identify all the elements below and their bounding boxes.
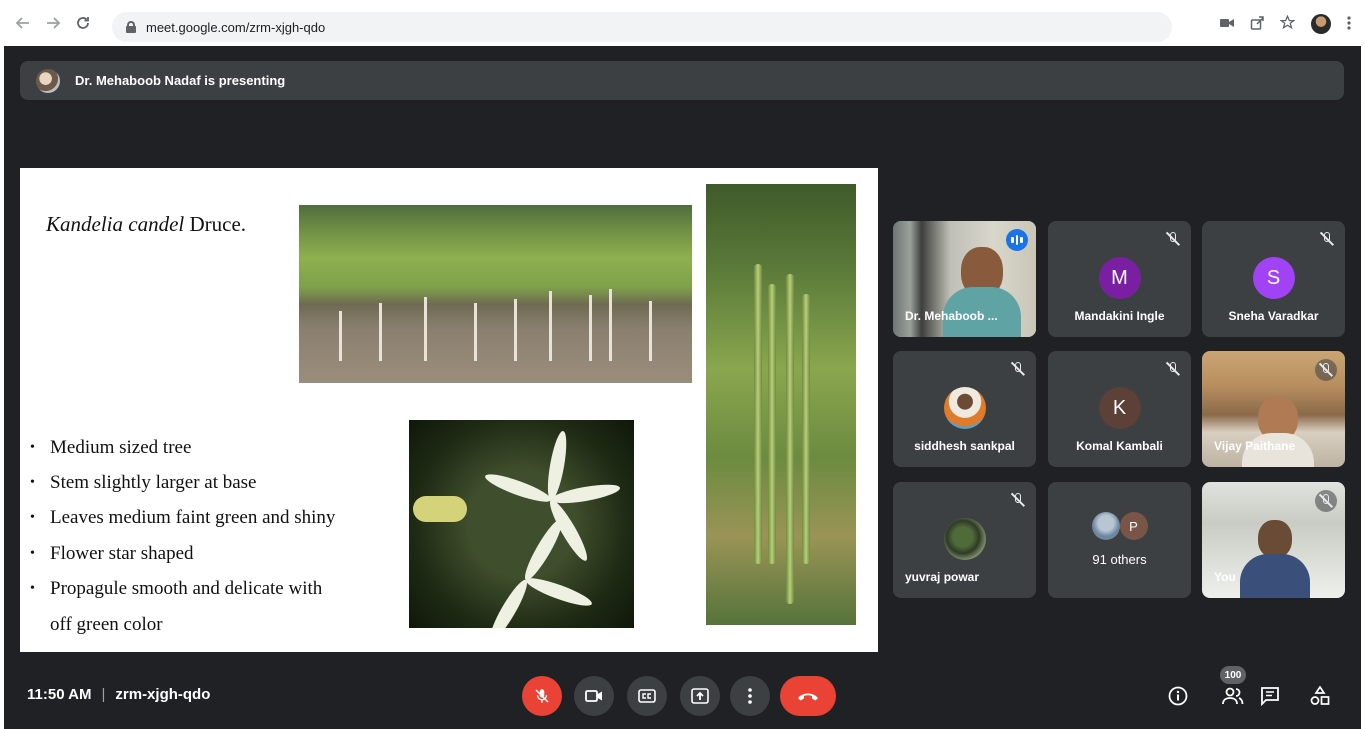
people-button[interactable]	[1219, 682, 1247, 710]
bullet-item: • Stem slightly larger at base	[30, 472, 257, 494]
others-avatars: P	[1048, 512, 1191, 540]
chat-button[interactable]	[1256, 682, 1284, 710]
participant-avatar: S	[1252, 257, 1295, 299]
slide-title-author: Druce.	[184, 212, 247, 236]
participant-avatar	[943, 387, 986, 429]
slide-bullet-list: • Medium sized tree • Stem slightly larger…	[30, 430, 335, 642]
url-text: meet.google.com/zrm-xjgh-qdo	[146, 19, 326, 35]
more-vert-icon	[748, 688, 752, 704]
participant-tile[interactable]: yuvraj powar	[893, 482, 1036, 598]
mic-toggle-button[interactable]	[522, 676, 562, 716]
mic-off-icon	[1319, 231, 1335, 247]
leave-call-button[interactable]	[780, 676, 836, 716]
participants-overflow-tile[interactable]: P 91 others	[1048, 482, 1191, 598]
participant-name: Sneha Varadkar	[1228, 309, 1319, 323]
participant-name: Dr. Mehaboob ...	[905, 309, 998, 323]
participant-name: siddhesh sankpal	[914, 439, 1015, 453]
presenter-avatar	[36, 68, 60, 93]
participant-tile[interactable]: S Sneha Varadkar	[1202, 221, 1345, 337]
more-options-button[interactable]	[730, 676, 770, 716]
bookmark-star-icon[interactable]	[1279, 14, 1296, 33]
participant-avatar: K	[1098, 387, 1141, 429]
participant-tile[interactable]: M Mandakini Ingle	[1048, 221, 1191, 337]
activities-shapes-icon	[1310, 686, 1330, 705]
profile-avatar[interactable]	[1311, 14, 1331, 34]
people-icon	[1222, 687, 1244, 705]
presentation-slide[interactable]: Kandelia candel Druce. • Medium sized tr…	[20, 168, 878, 652]
bullet-continuation: off green color	[50, 613, 163, 635]
slide-title-species: Kandelia candel	[46, 212, 185, 236]
bullet-item: • Propagule smooth and delicate with	[30, 578, 323, 600]
presenting-banner: Dr. Mehaboob Nadaf is presenting	[20, 61, 1344, 100]
participant-name: You	[1214, 570, 1236, 584]
mangrove-photo	[299, 205, 692, 383]
bullet-item: • Flower star shaped	[30, 542, 194, 564]
present-now-button[interactable]	[680, 676, 720, 716]
captions-button[interactable]	[627, 676, 667, 716]
participant-tile-self[interactable]: You	[1202, 482, 1345, 598]
mic-off-icon	[1010, 492, 1026, 508]
lock-icon[interactable]	[126, 21, 136, 33]
presenting-text: Dr. Mehaboob Nadaf is presenting	[75, 73, 286, 88]
address-bar[interactable]: meet.google.com/zrm-xjgh-qdo	[112, 12, 1172, 42]
flower-photo	[409, 420, 634, 628]
hang-up-icon	[798, 693, 818, 701]
browser-actions	[1220, 14, 1351, 34]
meeting-details: 11:50 AM | zrm-xjgh-qdo	[27, 686, 210, 703]
back-arrow-icon[interactable]	[12, 12, 34, 34]
participant-tile[interactable]: siddhesh sankpal	[893, 351, 1036, 467]
participant-name: Vijay Paithane	[1214, 439, 1296, 453]
speaking-indicator-icon	[1006, 229, 1028, 251]
bullet-item: • Medium sized tree	[30, 436, 192, 458]
closed-captions-icon	[638, 689, 656, 703]
camera-toggle-button[interactable]	[574, 676, 614, 716]
chat-icon	[1261, 687, 1279, 706]
participant-avatar: P	[1119, 512, 1148, 540]
reload-icon[interactable]	[72, 12, 94, 34]
present-screen-icon	[691, 688, 709, 704]
mic-off-icon	[1315, 359, 1337, 381]
mic-off-icon	[1165, 231, 1181, 247]
participant-avatar	[943, 518, 986, 560]
forward-arrow-icon[interactable]	[42, 12, 64, 34]
participant-name: Mandakini Ingle	[1074, 309, 1165, 323]
video-camera-icon	[585, 690, 602, 702]
more-vert-icon[interactable]	[1347, 15, 1351, 33]
meeting-info-button[interactable]	[1164, 682, 1192, 710]
meeting-code: zrm-xjgh-qdo	[115, 686, 211, 703]
camera-in-use-icon[interactable]	[1220, 16, 1234, 32]
participant-name: Komal Kambali	[1076, 439, 1163, 453]
browser-toolbar: meet.google.com/zrm-xjgh-qdo	[0, 0, 1365, 46]
others-count: 91 others	[1092, 552, 1147, 567]
slide-title: Kandelia candel Druce.	[46, 212, 246, 237]
mic-off-icon	[1165, 361, 1181, 377]
participant-tile[interactable]: Dr. Mehaboob ...	[893, 221, 1036, 337]
meeting-info-separator: |	[101, 686, 106, 703]
participant-tile[interactable]: K Komal Kambali	[1048, 351, 1191, 467]
mic-off-icon	[1315, 490, 1337, 512]
meeting-time: 11:50 AM	[27, 686, 92, 703]
participant-avatar: M	[1098, 257, 1141, 299]
propagule-photo	[706, 184, 856, 625]
mic-off-icon	[535, 689, 549, 703]
participant-tile[interactable]: Vijay Paithane	[1202, 351, 1345, 467]
info-icon	[1168, 686, 1188, 706]
share-icon[interactable]	[1250, 15, 1264, 33]
meet-stage: Dr. Mehaboob Nadaf is presenting Kandeli…	[4, 46, 1361, 729]
activities-button[interactable]	[1306, 682, 1334, 710]
bullet-item: • Leaves medium faint green and shiny	[30, 507, 336, 529]
participant-avatar	[1091, 512, 1120, 540]
participant-name: yuvraj powar	[905, 570, 980, 584]
mic-off-icon	[1010, 361, 1026, 377]
